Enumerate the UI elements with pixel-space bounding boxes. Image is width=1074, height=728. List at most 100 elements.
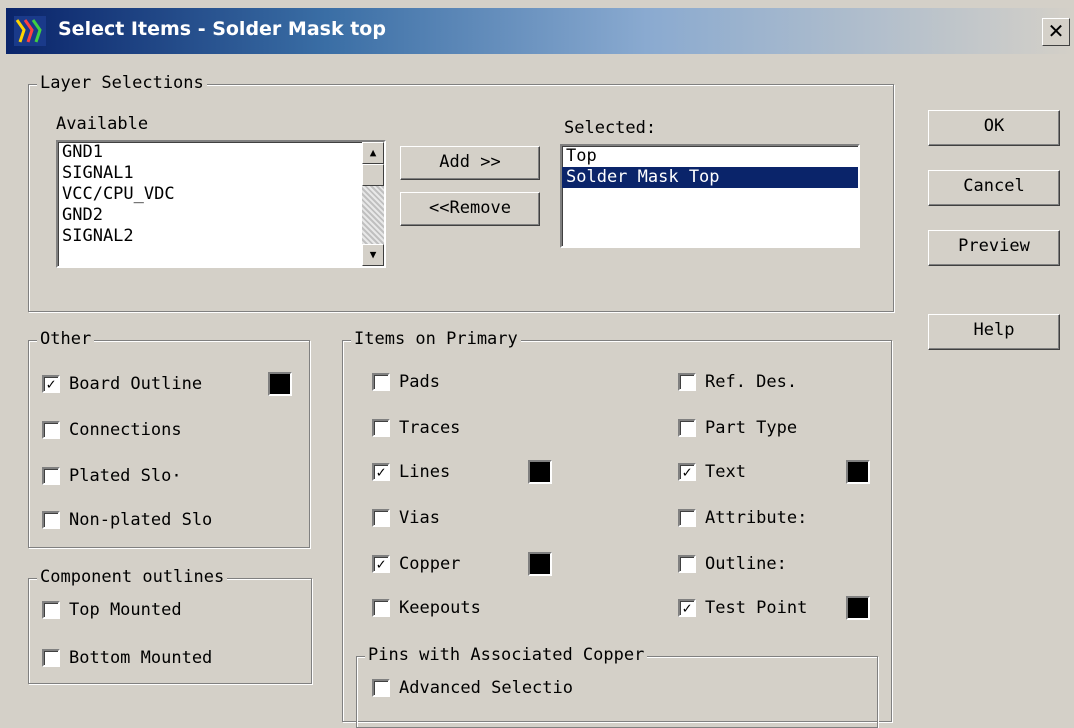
pads-checkbox[interactable]: Pads <box>372 372 440 392</box>
vias-checkbox[interactable]: Vias <box>372 508 440 528</box>
text-label: Text <box>705 462 746 482</box>
connections-checkbox[interactable]: Connections <box>42 420 182 440</box>
component-outlines-group: Component outlines <box>28 567 312 684</box>
checkbox-box[interactable] <box>678 373 696 391</box>
attribute-checkbox[interactable]: Attribute: <box>678 508 807 528</box>
component-outlines-legend: Component outlines <box>37 567 228 587</box>
items-on-primary-legend: Items on Primary <box>351 329 521 349</box>
add-button-label: Add >> <box>439 152 501 172</box>
available-items: GND1 SIGNAL1 VCC/CPU_VDC GND2 SIGNAL2 <box>58 142 384 247</box>
title-bar[interactable]: Select Items - Solder Mask top ✕ <box>6 8 1074 54</box>
close-button[interactable]: ✕ <box>1042 18 1070 46</box>
available-list-item[interactable]: VCC/CPU_VDC <box>58 184 384 205</box>
selected-listbox[interactable]: Top Solder Mask Top <box>560 144 860 248</box>
checkbox-box[interactable] <box>678 509 696 527</box>
top-mounted-label: Top Mounted <box>69 600 182 620</box>
available-listbox[interactable]: GND1 SIGNAL1 VCC/CPU_VDC GND2 SIGNAL2 ▲ ▼ <box>56 140 386 268</box>
advanced-selectio-checkbox[interactable]: Advanced Selectio <box>372 678 573 698</box>
add-button[interactable]: Add >> <box>400 146 540 180</box>
connections-label: Connections <box>69 420 182 440</box>
pins-with-copper-legend: Pins with Associated Copper <box>365 645 648 665</box>
traces-checkbox[interactable]: Traces <box>372 418 460 438</box>
outline-checkbox[interactable]: Outline: <box>678 554 787 574</box>
app-logo-icon <box>14 16 46 46</box>
board-outline-checkbox[interactable]: ✓ Board Outline <box>42 374 202 394</box>
checkbox-box[interactable] <box>372 679 390 697</box>
cancel-button-label: Cancel <box>963 176 1025 196</box>
copper-label: Copper <box>399 554 461 574</box>
available-list-item[interactable]: SIGNAL2 <box>58 226 384 247</box>
part-type-checkbox[interactable]: Part Type <box>678 418 797 438</box>
available-scrollbar[interactable]: ▲ ▼ <box>362 142 384 266</box>
checkbox-box[interactable] <box>42 467 60 485</box>
bottom-mounted-checkbox[interactable]: Bottom Mounted <box>42 648 212 668</box>
checkbox-box[interactable]: ✓ <box>372 555 390 573</box>
help-button[interactable]: Help <box>928 314 1060 350</box>
preview-button[interactable]: Preview <box>928 230 1060 266</box>
selected-label: Selected: <box>564 118 657 138</box>
ref-des-checkbox[interactable]: Ref. Des. <box>678 372 797 392</box>
checkbox-box[interactable]: ✓ <box>42 375 60 393</box>
lines-color-swatch[interactable] <box>528 460 552 484</box>
select-items-dialog: Select Items - Solder Mask top ✕ Layer S… <box>0 0 1074 728</box>
checkbox-box[interactable]: ✓ <box>678 599 696 617</box>
plated-slo-checkbox[interactable]: Plated Slo· <box>42 466 182 486</box>
lines-checkbox[interactable]: ✓ Lines <box>372 462 450 482</box>
scroll-down-arrow-icon[interactable]: ▼ <box>362 244 384 266</box>
checkbox-box[interactable] <box>42 511 60 529</box>
test-point-checkbox[interactable]: ✓ Test Point <box>678 598 807 618</box>
help-button-label: Help <box>973 320 1015 340</box>
available-list-item[interactable]: GND1 <box>58 142 384 163</box>
text-color-swatch[interactable] <box>846 460 870 484</box>
layer-selections-legend: Layer Selections <box>37 73 207 93</box>
selected-list-item[interactable]: Solder Mask Top <box>562 167 858 188</box>
checkbox-box[interactable] <box>42 421 60 439</box>
remove-button[interactable]: <<Remove <box>400 192 540 226</box>
checkbox-box[interactable] <box>372 599 390 617</box>
non-plated-slo-checkbox[interactable]: Non-plated Slo <box>42 510 212 530</box>
vias-label: Vias <box>399 508 440 528</box>
board-outline-color-swatch[interactable] <box>268 372 292 396</box>
available-label: Available <box>56 114 149 134</box>
checkbox-box[interactable]: ✓ <box>678 463 696 481</box>
checkbox-box[interactable] <box>42 601 60 619</box>
available-list-item[interactable]: GND2 <box>58 205 384 226</box>
part-type-label: Part Type <box>705 418 798 438</box>
board-outline-label: Board Outline <box>69 374 203 394</box>
pads-label: Pads <box>399 372 440 392</box>
available-list-item[interactable]: SIGNAL1 <box>58 163 384 184</box>
selected-items: Top Solder Mask Top <box>562 146 858 188</box>
checkbox-box[interactable] <box>372 509 390 527</box>
copper-checkbox[interactable]: ✓ Copper <box>372 554 460 574</box>
checkbox-box[interactable] <box>678 419 696 437</box>
ok-button[interactable]: OK <box>928 110 1060 146</box>
selected-list-item[interactable]: Top <box>562 146 858 167</box>
text-checkbox[interactable]: ✓ Text <box>678 462 746 482</box>
preview-button-label: Preview <box>958 236 1030 256</box>
cancel-button[interactable]: Cancel <box>928 170 1060 206</box>
checkbox-box[interactable] <box>678 555 696 573</box>
checkbox-box[interactable] <box>372 419 390 437</box>
ok-button-label: OK <box>983 116 1005 136</box>
keepouts-label: Keepouts <box>399 598 481 618</box>
non-plated-slo-label: Non-plated Slo <box>69 510 213 530</box>
scroll-thumb[interactable] <box>362 164 384 186</box>
copper-color-swatch[interactable] <box>528 552 552 576</box>
remove-button-label: <<Remove <box>429 198 511 218</box>
scroll-up-arrow-icon[interactable]: ▲ <box>362 142 384 164</box>
checkbox-box[interactable] <box>372 373 390 391</box>
bottom-mounted-label: Bottom Mounted <box>69 648 213 668</box>
advanced-selectio-label: Advanced Selectio <box>399 678 573 698</box>
outline-label: Outline: <box>705 554 787 574</box>
checkbox-box[interactable]: ✓ <box>372 463 390 481</box>
test-point-label: Test Point <box>705 598 808 618</box>
plated-slo-label: Plated Slo· <box>69 466 182 486</box>
lines-label: Lines <box>399 462 451 482</box>
test-point-color-swatch[interactable] <box>846 596 870 620</box>
attribute-label: Attribute: <box>705 508 808 528</box>
ref-des-label: Ref. Des. <box>705 372 798 392</box>
traces-label: Traces <box>399 418 461 438</box>
keepouts-checkbox[interactable]: Keepouts <box>372 598 481 618</box>
checkbox-box[interactable] <box>42 649 60 667</box>
top-mounted-checkbox[interactable]: Top Mounted <box>42 600 182 620</box>
